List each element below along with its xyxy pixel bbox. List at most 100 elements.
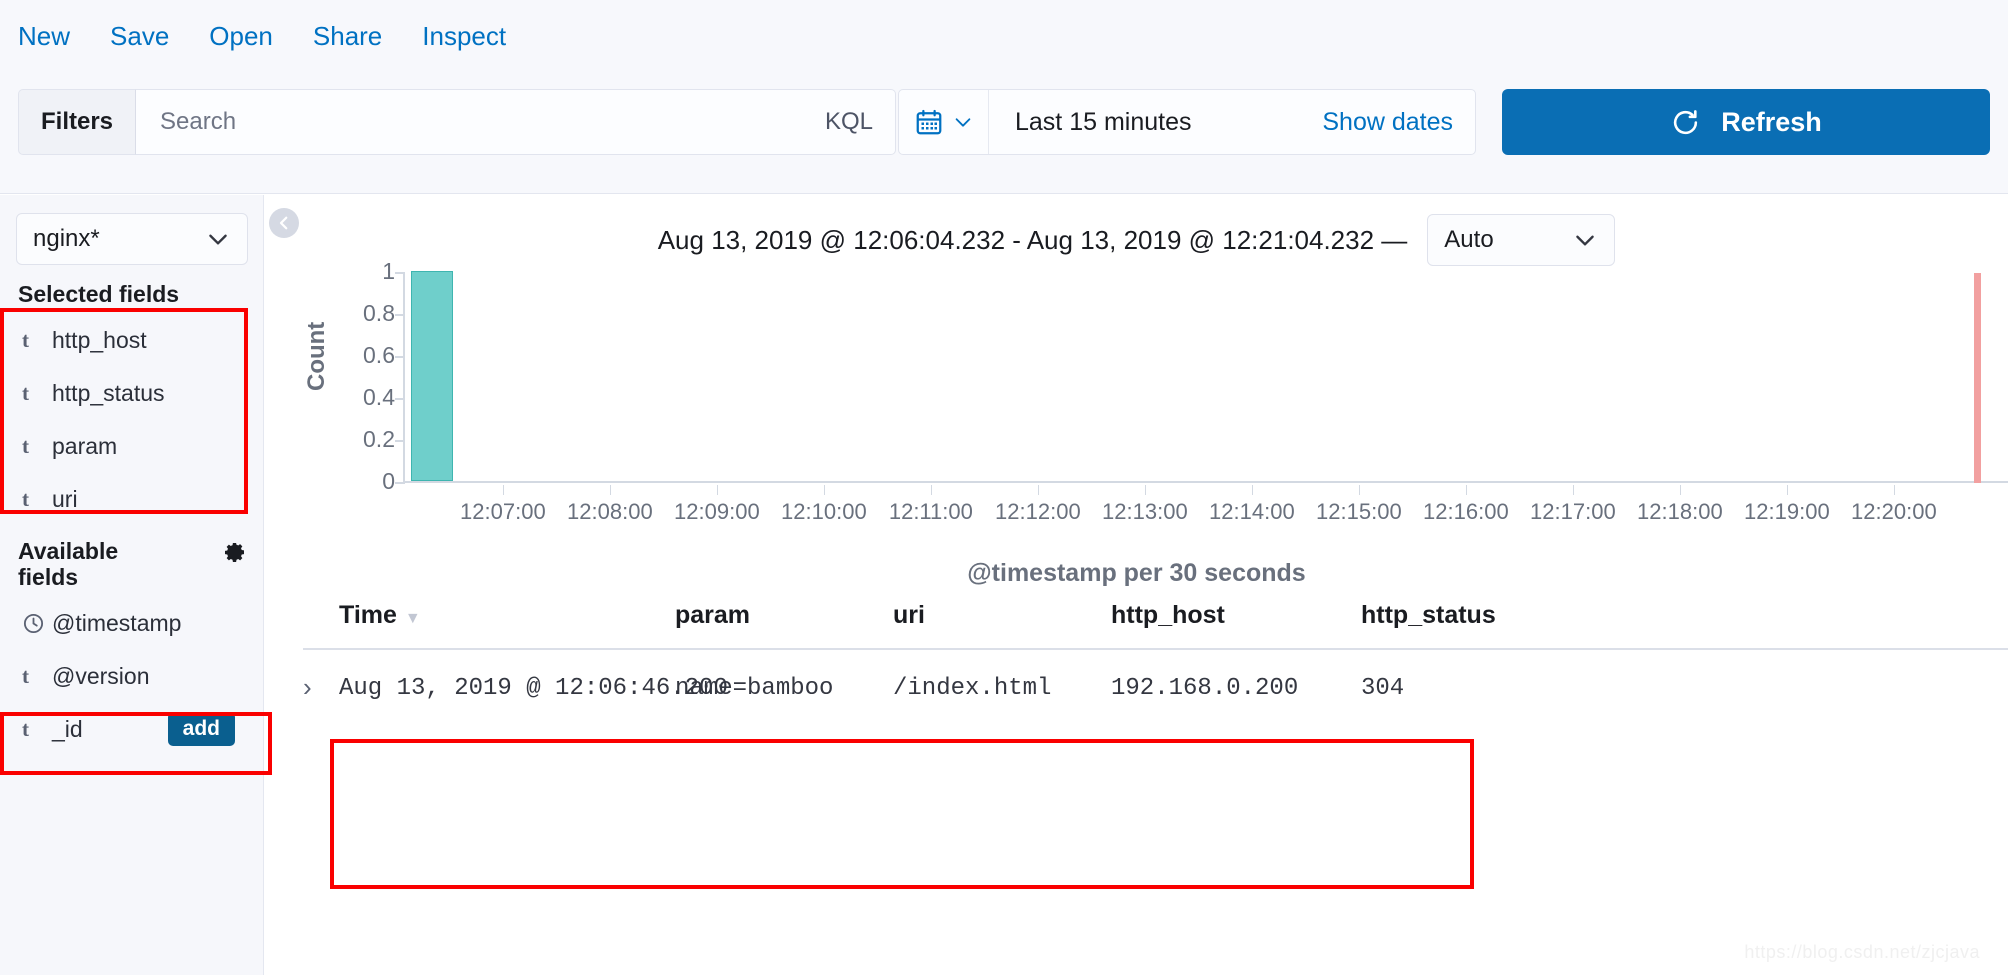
top-navigation-bar: New Save Open Share Inspect: [0, 0, 2008, 72]
calendar-quick-select-button[interactable]: [899, 90, 989, 154]
chevron-down-icon: [1576, 235, 1595, 246]
search-group: Filters KQL: [18, 89, 896, 155]
refresh-button-label: Refresh: [1721, 106, 1822, 137]
chart-header: Aug 13, 2019 @ 12:06:04.232 - Aug 13, 20…: [265, 207, 2008, 273]
cell-time: Aug 13, 2019 @ 12:06:46.200: [339, 674, 728, 702]
cell-param: name=bamboo: [675, 674, 834, 702]
cell-http_host: 192.168.0.200: [1111, 674, 1299, 702]
field-type-string-icon: t: [22, 716, 29, 741]
chart-x-tick-mark: [1251, 485, 1253, 495]
field-type-string-icon: t: [22, 381, 29, 405]
column-header-http_status[interactable]: http_status: [1361, 585, 2008, 650]
column-header-uri[interactable]: uri: [893, 585, 1111, 650]
histogram-chart: Count 1 0.8 0.6 0.4 0.2 0 12:07:00 12:08:00 12:…: [265, 258, 2008, 587]
chart-x-tick-mark: [1037, 485, 1039, 495]
sidebar-field-timestamp[interactable]: @timestamp: [16, 597, 247, 650]
chart-x-tick-mark: [1893, 485, 1895, 495]
chart-interval-value: Auto: [1444, 226, 1494, 253]
date-range-picker[interactable]: Last 15 minutes Show dates: [898, 89, 1476, 155]
chart-x-tick-label: 12:18:00: [1637, 499, 1723, 524]
query-bar: Filters KQL: [0, 72, 2008, 247]
chart-x-tick-mark: [502, 485, 504, 495]
field-type-date-icon: [22, 612, 52, 635]
add-field-button[interactable]: add: [167, 712, 235, 747]
field-name: uri: [52, 486, 78, 512]
field-name: @timestamp: [52, 609, 182, 636]
column-header-param[interactable]: param: [675, 585, 893, 650]
sort-descending-icon[interactable]: ▼: [405, 610, 421, 627]
refresh-button[interactable]: Refresh: [1502, 89, 1990, 155]
chart-interval-selector[interactable]: Auto: [1427, 214, 1616, 266]
sidebar-field-param[interactable]: t param: [16, 420, 247, 473]
chart-x-tick-label: 12:17:00: [1530, 499, 1616, 524]
chart-x-tick-mark: [1572, 485, 1574, 495]
field-name: param: [52, 433, 118, 459]
cell-http_status: 304: [1361, 674, 1405, 702]
index-pattern-selector[interactable]: nginx*: [16, 213, 248, 265]
field-name: http_host: [52, 327, 147, 353]
column-header-label: Time: [339, 601, 397, 629]
selected-fields-list: t http_host t http_status t param t uri: [16, 314, 247, 526]
chevron-down-icon: [209, 234, 227, 245]
sidebar-field-http_host[interactable]: t http_host: [16, 314, 247, 367]
sidebar-field-_id[interactable]: t _id add: [16, 703, 247, 756]
chart-x-tick-mark: [1679, 485, 1681, 495]
chart-y-tick-label: 1: [382, 258, 395, 284]
search-input[interactable]: [158, 107, 778, 137]
chart-x-tick-mark: [823, 485, 825, 495]
selected-fields-label: Selected fields: [18, 281, 180, 307]
chart-y-axis-ticks: 1 0.8 0.6 0.4 0.2 0: [327, 258, 405, 494]
field-name: _id: [52, 715, 83, 742]
nav-inspect[interactable]: Inspect: [422, 21, 506, 52]
chart-y-tick-label: 0.8: [363, 300, 395, 326]
chart-time-range-label: Aug 13, 2019 @ 12:06:04.232 - Aug 13, 20…: [657, 224, 1408, 255]
sidebar-field-http_status[interactable]: t http_status: [16, 367, 247, 420]
chart-x-tick-label: 12:13:00: [1102, 499, 1188, 524]
nav-open[interactable]: Open: [209, 21, 273, 52]
filters-button[interactable]: Filters: [18, 89, 136, 155]
chart-x-tick-mark: [1144, 485, 1146, 495]
available-fields-list: @timestamp t @version t _id add: [16, 597, 247, 756]
sidebar-field-uri[interactable]: t uri: [16, 473, 247, 526]
cell-uri: /index.html: [893, 674, 1052, 702]
kibana-discover-app: New Save Open Share Inspect Filters KQL: [0, 0, 2008, 975]
chart-x-tick-label: 12:09:00: [674, 499, 760, 524]
chart-x-tick-mark: [1786, 485, 1788, 495]
watermark: https://blog.csdn.net/zjcjava: [1744, 942, 1980, 962]
search-field-wrapper[interactable]: KQL: [136, 89, 896, 155]
available-fields-label-line1: Available: [18, 538, 119, 564]
kql-language-button[interactable]: KQL: [825, 108, 873, 136]
nav-share[interactable]: Share: [313, 21, 382, 52]
chart-x-tick-label: 12:11:00: [888, 499, 973, 524]
chart-plot-area[interactable]: [403, 271, 2008, 483]
calendar-icon: [916, 109, 941, 135]
chart-x-tick-mark: [716, 485, 718, 495]
date-range-text[interactable]: Last 15 minutes: [989, 90, 1322, 154]
documents-table: Time ▼ param uri http_host http_status › …: [303, 585, 2008, 726]
column-header-time[interactable]: Time ▼: [339, 585, 675, 650]
chart-x-tick-mark: [1465, 485, 1467, 495]
chart-y-tick-label: 0.4: [363, 384, 395, 410]
table-row[interactable]: › Aug 13, 2019 @ 12:06:46.200 name=bambo…: [303, 649, 2008, 726]
field-name: http_status: [52, 380, 165, 406]
chart-x-tick-label: 12:16:00: [1423, 499, 1509, 524]
discover-sidebar: nginx* Selected fields t http_host t htt…: [0, 195, 264, 975]
chart-x-tick-label: 12:14:00: [1209, 499, 1295, 524]
expand-row-button[interactable]: ›: [303, 649, 339, 726]
available-fields-label-line2: fields: [18, 564, 79, 591]
sidebar-field-version[interactable]: t @version: [16, 650, 247, 703]
chart-x-tick-label: 12:07:00: [460, 499, 546, 524]
chart-x-tick-label: 12:12:00: [995, 499, 1081, 524]
chart-y-tick-label: 0: [382, 468, 395, 494]
show-dates-button[interactable]: Show dates: [1322, 90, 1475, 154]
expand-column-header: [303, 585, 339, 650]
chart-y-tick-label: 0.2: [363, 426, 395, 452]
nav-save[interactable]: Save: [110, 21, 169, 52]
nav-new[interactable]: New: [18, 21, 70, 52]
chart-x-tick-label: 12:20:00: [1851, 499, 1937, 524]
chart-bar[interactable]: [410, 271, 453, 481]
field-settings-gear-icon[interactable]: [223, 540, 247, 564]
column-header-http_host[interactable]: http_host: [1111, 585, 1361, 650]
selected-fields-heading: Selected fields: [18, 281, 247, 308]
chart-x-tick-label: 12:19:00: [1744, 499, 1830, 524]
